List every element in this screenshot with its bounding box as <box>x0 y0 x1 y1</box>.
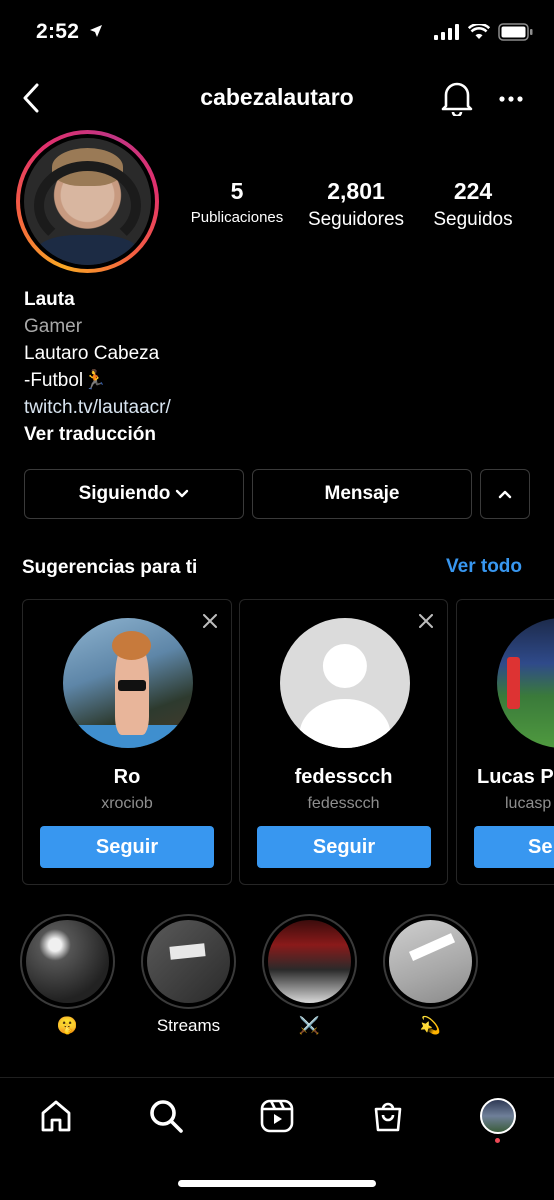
default-avatar-icon[interactable] <box>280 618 410 748</box>
tab-profile[interactable] <box>478 1096 518 1136</box>
highlight-label: 🤫 <box>56 1016 79 1035</box>
highlight-cover <box>268 920 351 1003</box>
follow-button[interactable]: Seguir <box>40 826 214 868</box>
status-bar: 2:52 <box>0 0 554 66</box>
more-dots-icon <box>499 96 523 102</box>
wifi-icon <box>467 22 491 45</box>
suggestion-name: fedesscch <box>294 766 393 788</box>
bio-line-2: -Futbol🏃 <box>24 370 107 391</box>
collapse-suggestions-button[interactable] <box>480 469 530 519</box>
suggestion-card[interactable]: Lucas P lucasp Se <box>456 599 554 885</box>
profile-name: Lauta <box>24 289 75 310</box>
stat-posts[interactable]: 5 Publicaciones <box>184 178 290 226</box>
profile-bio: Lauta Gamer Lautaro Cabeza -Futbol🏃 twit… <box>24 286 171 448</box>
see-translation-link[interactable]: Ver traducción <box>24 421 171 448</box>
message-button[interactable]: Mensaje <box>252 469 472 519</box>
battery-icon <box>498 23 534 46</box>
posts-count: 5 <box>230 178 244 204</box>
followers-label: Seguidores <box>307 209 405 230</box>
stat-followers[interactable]: 2,801 Seguidores <box>300 178 412 231</box>
home-indicator[interactable] <box>178 1180 376 1187</box>
tab-reels[interactable] <box>257 1096 297 1136</box>
suggestion-avatar[interactable] <box>497 618 554 748</box>
suggestion-card[interactable]: fedesscch fedesscch Seguir <box>239 599 448 885</box>
bio-link[interactable]: twitch.tv/lautaacr/ <box>24 394 171 421</box>
follow-button[interactable]: Seguir <box>257 826 431 868</box>
tab-home[interactable] <box>36 1096 76 1136</box>
following-count: 224 <box>453 178 493 204</box>
story-highlight[interactable]: ⚔️ <box>262 914 357 1039</box>
highlight-cover <box>147 920 230 1003</box>
more-options-button[interactable] <box>498 84 524 119</box>
notification-dot <box>495 1138 500 1143</box>
highlight-label: 💫 <box>419 1016 442 1035</box>
see-all-link[interactable]: Ver todo <box>446 556 522 578</box>
cellular-signal-icon <box>434 24 460 45</box>
highlight-label: Streams <box>156 1016 221 1035</box>
suggestions-title: Sugerencias para ti <box>22 557 198 578</box>
followers-count: 2,801 <box>327 178 385 204</box>
tab-shop[interactable] <box>368 1096 408 1136</box>
dismiss-suggestion-button[interactable] <box>203 614 217 633</box>
chevron-down-icon <box>176 489 189 498</box>
following-button-label: Siguiendo <box>78 483 171 504</box>
suggestion-handle: fedesscch <box>307 795 380 812</box>
suggestion-handle: lucasp <box>505 795 552 812</box>
profile-tab-avatar <box>480 1098 516 1134</box>
follow-button[interactable]: Se <box>474 826 554 868</box>
story-highlight[interactable]: 💫 <box>383 914 478 1039</box>
story-highlight[interactable]: 🤫 <box>20 914 115 1039</box>
suggestion-name: Ro <box>113 766 141 788</box>
profile-avatar-story-ring[interactable] <box>16 130 159 273</box>
tab-search[interactable] <box>146 1096 186 1136</box>
search-icon <box>150 1100 183 1133</box>
chevron-up-icon <box>498 490 512 499</box>
suggestion-name: Lucas P <box>477 766 554 788</box>
profile-avatar <box>24 138 151 265</box>
posts-label: Publicaciones <box>190 209 284 226</box>
notifications-bell-button[interactable] <box>440 80 474 121</box>
following-label: Seguidos <box>433 209 513 230</box>
stat-following[interactable]: 224 Seguidos <box>426 178 520 231</box>
close-icon <box>419 614 433 628</box>
bio-line-1: Lautaro Cabeza <box>24 343 160 364</box>
shop-bag-icon <box>374 1102 402 1132</box>
following-button[interactable]: Siguiendo <box>24 469 244 519</box>
suggestion-avatar[interactable] <box>63 618 193 748</box>
highlight-label: ⚔️ <box>298 1016 321 1035</box>
bell-icon <box>441 82 473 118</box>
story-highlight[interactable]: Streams <box>141 914 236 1039</box>
location-arrow-icon <box>89 24 103 43</box>
profile-category: Gamer <box>24 316 83 337</box>
highlight-cover <box>26 920 109 1003</box>
message-button-label: Mensaje <box>324 483 400 504</box>
status-time: 2:52 <box>36 20 80 43</box>
reels-icon <box>260 1099 294 1133</box>
highlight-cover <box>389 920 472 1003</box>
dismiss-suggestion-button[interactable] <box>419 614 433 633</box>
suggestion-card[interactable]: Ro xrociob Seguir <box>22 599 232 885</box>
close-icon <box>203 614 217 628</box>
home-icon <box>41 1100 71 1132</box>
profile-header: cabezalautaro <box>0 70 554 126</box>
suggestion-handle: xrociob <box>101 795 153 812</box>
